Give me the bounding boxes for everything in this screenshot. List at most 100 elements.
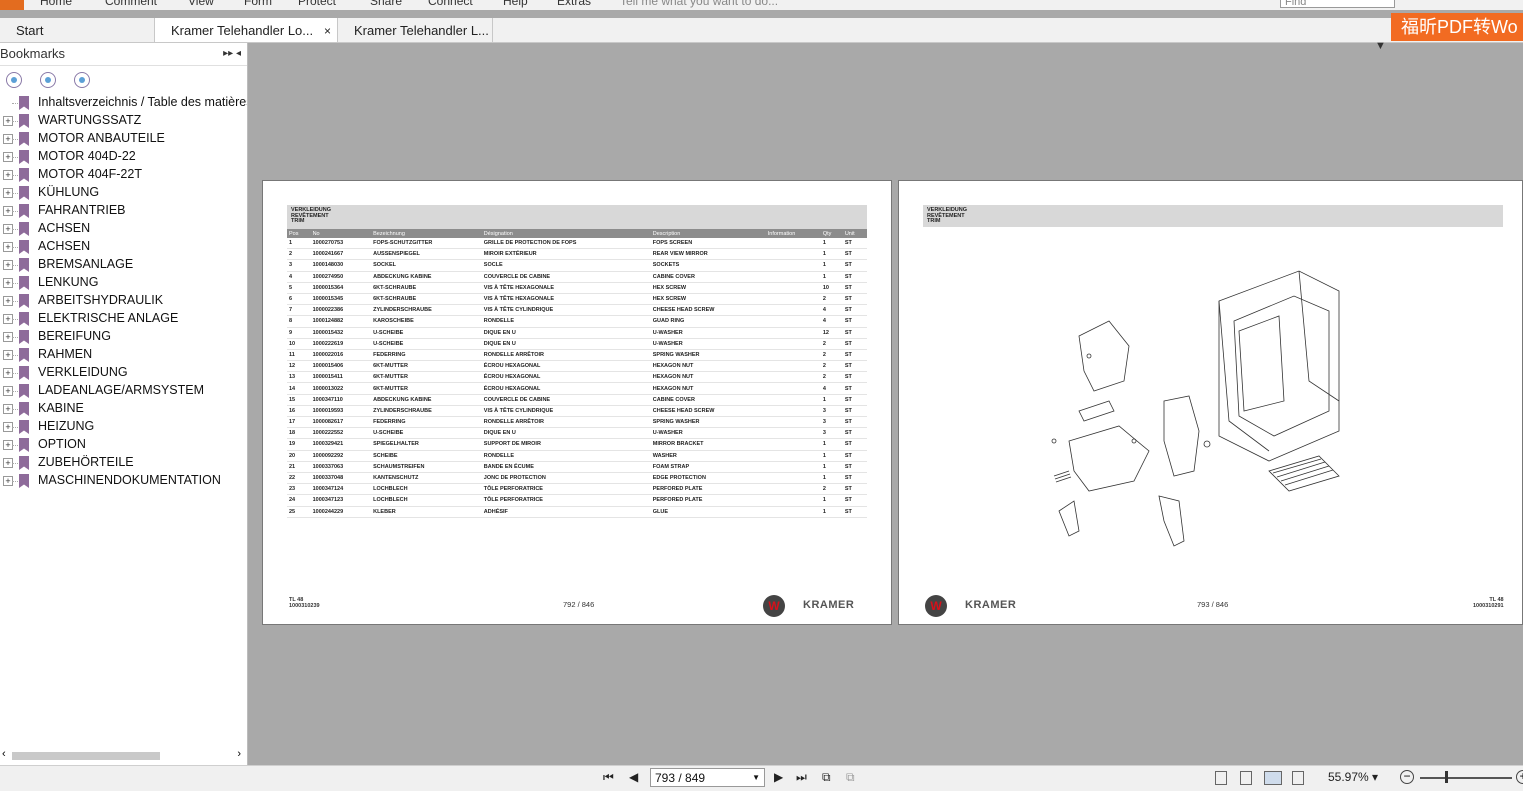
zoom-level[interactable]: 55.97% ▾ [1328,770,1378,784]
table-cell: ST [842,506,867,518]
bookmark-item[interactable]: + MOTOR ANBAUTEILE [0,130,247,148]
table-cell: ABDECKUNG KABINE [371,394,482,406]
table-cell: 17 [287,416,311,429]
bookmark-item[interactable]: + KABINE [0,400,247,418]
menu-home[interactable]: Home [40,0,72,8]
bookmark-icon [19,222,29,236]
table-cell: 1 [820,438,843,451]
table-cell: REAR VIEW MIRROR [650,248,766,261]
previous-view-icon[interactable]: ⧉ [822,770,831,785]
table-row: 24 1000347123 LOCHBLECH TÔLE PERFORATRICE PE… [287,494,867,507]
bookmark-item[interactable]: + ACHSEN [0,220,247,238]
scrollbar-thumb[interactable] [12,752,160,760]
next-page-icon[interactable]: ▶ [774,770,783,784]
menu-comment[interactable]: Comment [105,0,157,8]
bookmark-item[interactable]: + BEREIFUNG [0,328,247,346]
table-cell: 4 [820,382,843,395]
table-cell: MIRROR BRACKET [650,438,766,451]
zoom-slider-thumb[interactable] [1445,771,1448,783]
footer-id-text: 1000310291 [1473,603,1504,609]
tab-document[interactable]: Kramer Telehandler L... [338,18,493,42]
bookmark-item[interactable]: + RAHMEN [0,346,247,364]
bookmark-item[interactable]: + HEIZUNG [0,418,247,436]
table-cell [765,238,821,250]
panel-controls-icon[interactable]: ▸▸ ◂ [223,43,241,65]
bookmark-item[interactable]: + ACHSEN [0,238,247,256]
menu-view[interactable]: View [188,0,214,8]
last-page-icon[interactable]: ⏭ [796,770,807,785]
bookmark-item[interactable]: + KÜHLUNG [0,184,247,202]
table-cell [765,483,821,496]
zoom-slider[interactable] [1420,777,1512,779]
menu-connect[interactable]: Connect [428,0,473,8]
wacker-logo-icon [925,595,947,617]
table-cell: 4 [820,304,843,317]
first-page-icon[interactable]: ⏮ [603,770,614,785]
table-cell [765,450,821,462]
table-cell: ST [842,304,867,317]
table-cell: 3 [287,259,311,272]
bookmark-item[interactable]: + WARTUNGSSATZ [0,112,247,130]
app-menu-button[interactable] [0,0,24,10]
menu-help[interactable]: Help [503,0,528,8]
continuous-view-icon[interactable] [1240,771,1252,785]
table-cell: 1000015411 [310,371,372,384]
bookmark-label: MOTOR 404D-22 [38,149,136,163]
bookmark-options-icon[interactable] [74,72,90,88]
zoom-in-icon[interactable]: + [1516,770,1523,784]
table-cell: 1000019593 [310,405,372,418]
continuous-facing-view-icon[interactable] [1292,771,1304,785]
tell-me-box[interactable]: Tell me what you want to do... [620,0,778,8]
bookmark-item[interactable]: + FAHRANTRIEB [0,202,247,220]
bookmark-item[interactable]: + ELEKTRISCHE ANLAGE [0,310,247,328]
tab-list-dropdown-icon[interactable]: ▼ [1375,40,1386,52]
table-cell: 1000222619 [310,338,372,350]
horizontal-scrollbar[interactable]: ‹ › [0,747,247,765]
page-number-input[interactable]: 793 / 849 ▼ [650,768,765,787]
table-cell: ST [842,416,867,429]
next-view-icon[interactable]: ⧉ [846,770,855,785]
find-input[interactable]: Find [1280,0,1395,8]
facing-view-icon[interactable] [1264,771,1282,785]
bookmark-item[interactable]: + BREMSANLAGE [0,256,247,274]
zoom-out-icon[interactable]: − [1400,770,1414,784]
page-dropdown-icon[interactable]: ▼ [752,769,760,787]
table-cell: 11 [287,349,311,362]
bookmark-item[interactable]: + OPTION [0,436,247,454]
bookmark-item[interactable]: Inhaltsverzeichnis / Table des matières [0,94,247,112]
single-page-view-icon[interactable] [1215,771,1227,785]
table-cell: WASHER [650,450,766,462]
bookmark-item[interactable]: + MOTOR 404D-22 [0,148,247,166]
table-cell: SCHEIBE [371,450,482,462]
add-bookmark-icon[interactable] [40,72,56,88]
bookmark-item[interactable]: + LENKUNG [0,274,247,292]
table-cell: 1 [820,461,843,473]
tree-line [12,103,18,104]
bookmark-item[interactable]: + LADEANLAGE/ARMSYSTEM [0,382,247,400]
table-cell: ST [842,405,867,418]
bookmark-item[interactable]: + MASCHINENDOKUMENTATION [0,472,247,490]
bookmark-item[interactable]: + MOTOR 404F-22T [0,166,247,184]
bookmark-item[interactable]: + ZUBEHÖRTEILE [0,454,247,472]
bookmark-icon [19,384,29,398]
menu-form[interactable]: Form [244,0,272,8]
menu-share[interactable]: Share [370,0,402,8]
scroll-left-icon[interactable]: ‹ [2,748,6,760]
table-cell: 1000347123 [310,494,372,507]
bookmark-item[interactable]: + VERKLEIDUNG [0,364,247,382]
table-row: 20 1000092292 SCHEIBE RONDELLE WASHER 1 ST [287,450,867,462]
bookmark-item[interactable]: + ARBEITSHYDRAULIK [0,292,247,310]
tab-document-active[interactable]: Kramer Telehandler Lo... × [155,18,338,42]
menu-extras[interactable]: Extras [557,0,591,8]
tab-start[interactable]: Start [0,18,155,42]
table-cell [765,506,821,518]
menu-protect[interactable]: Protect [298,0,336,8]
promo-banner[interactable]: 福昕PDF转Wo [1391,13,1523,41]
table-cell: 2 [820,371,843,384]
previous-page-icon[interactable]: ◀ [629,770,638,784]
column-header: Qty [820,229,843,238]
scroll-right-icon[interactable]: › [237,748,241,760]
close-tab-icon[interactable]: × [324,18,331,44]
delete-bookmark-icon[interactable] [6,72,22,88]
table-cell: TÔLE PERFORATRICE [481,483,651,496]
